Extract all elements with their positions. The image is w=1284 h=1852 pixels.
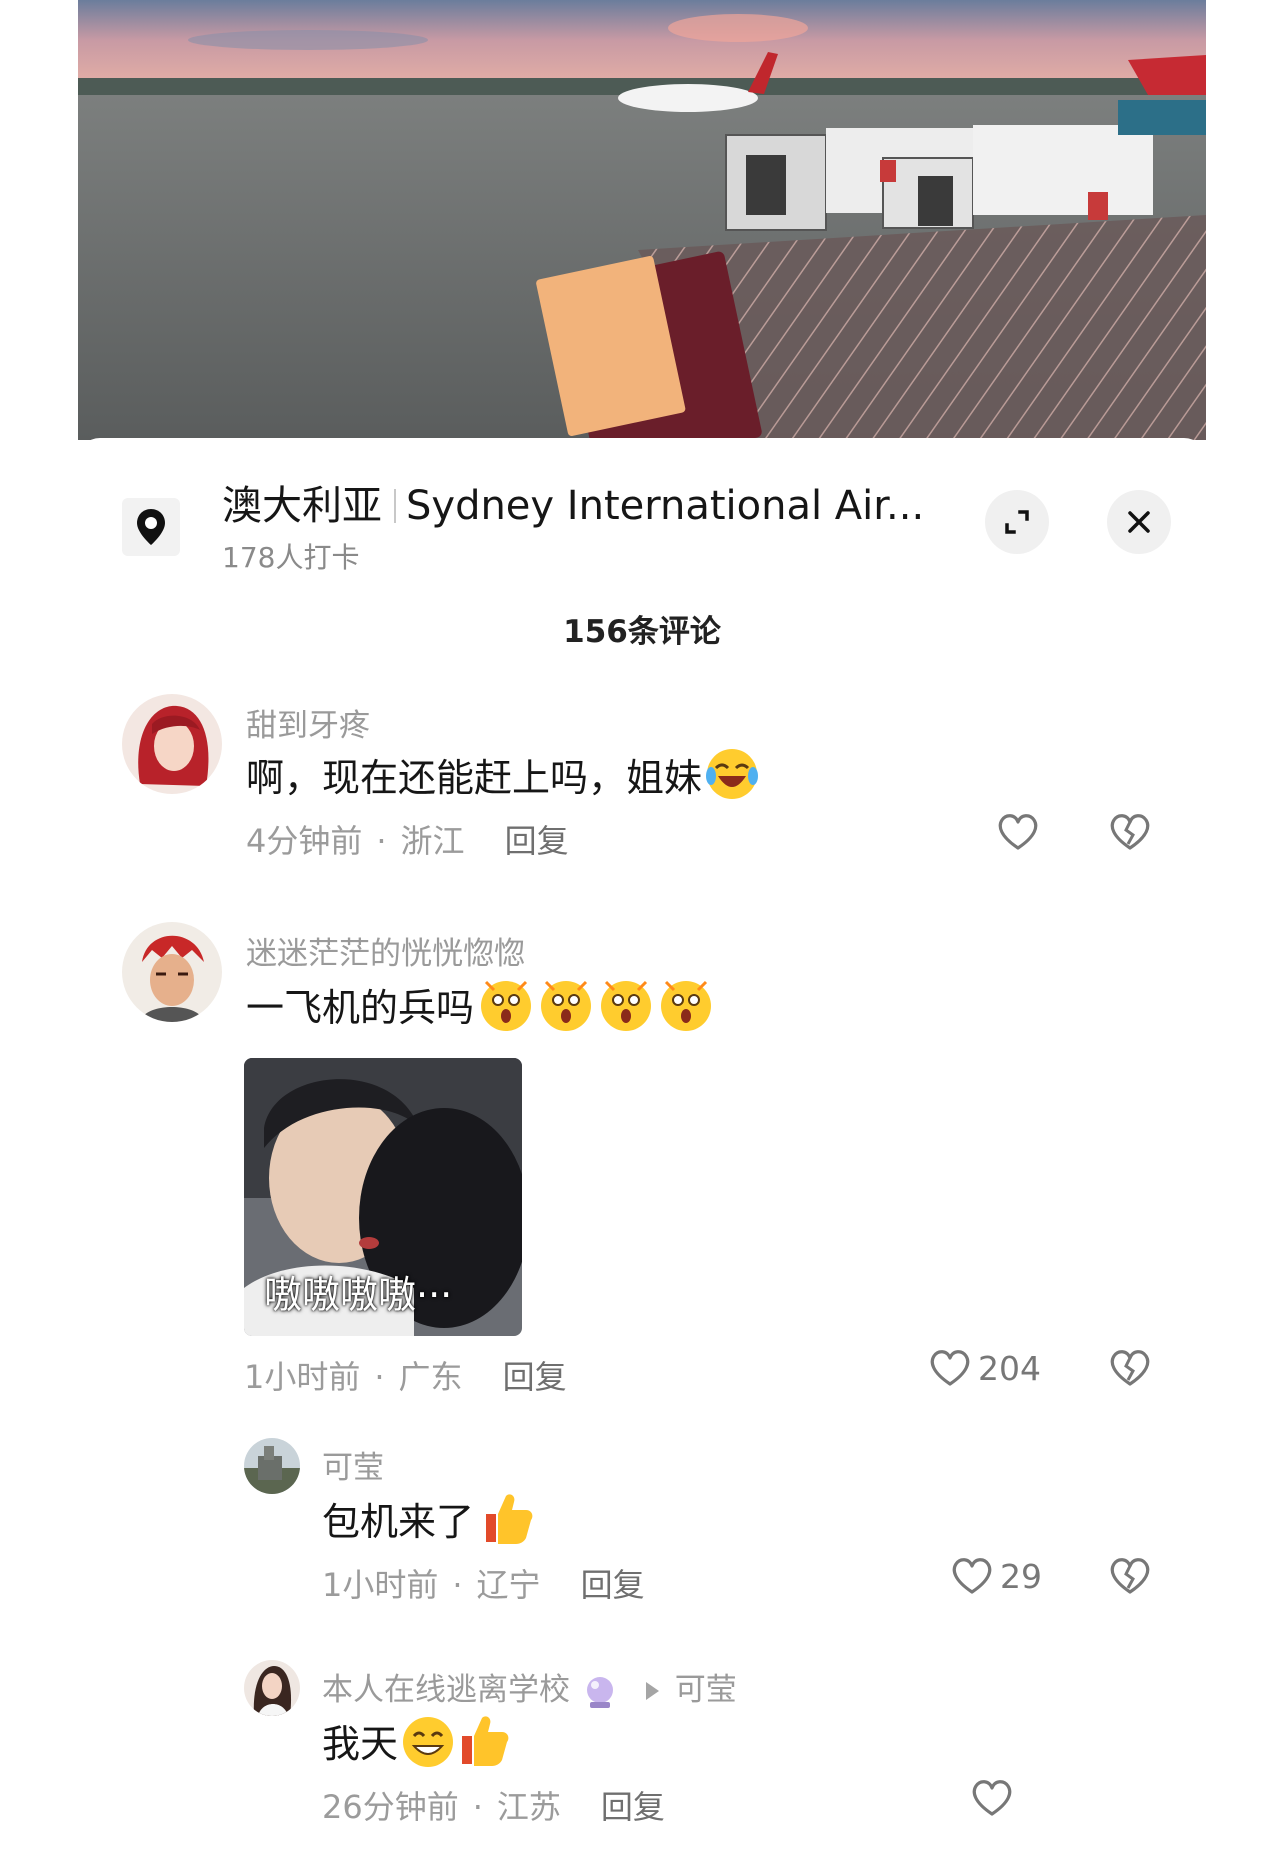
reply-to-arrow-icon [645,1681,659,1700]
comment-time: 4分钟前 [246,822,363,860]
like-count: 204 [978,1348,1041,1388]
dislike-button[interactable] [1108,1556,1152,1600]
like-button[interactable] [970,1778,1020,1818]
expand-button[interactable] [985,490,1049,554]
broken-heart-icon [1110,1350,1150,1386]
map-pin-icon [137,509,165,545]
like-button[interactable]: 204 [928,1348,1041,1388]
reply-username[interactable]: 本人在线逃离学校 可莹 [322,1664,737,1710]
heart-outline-icon [952,1558,992,1594]
checkin-count: 178人打卡 [222,541,360,574]
avatar-image [244,1660,300,1716]
reply-username[interactable]: 可莹 [322,1442,384,1487]
reply-username-text: 本人在线逃离学校 [322,1672,570,1708]
meta-dot: · [374,1358,385,1396]
avatar-image [244,1438,300,1494]
title-divider [394,489,396,523]
comment-meta: 1小时前 · 广东 回复 [244,1352,567,1398]
like-button[interactable]: 29 [950,1556,1042,1596]
reply-meta: 26分钟前 · 江苏 回复 [322,1782,665,1828]
close-icon [1128,511,1150,533]
video-background-photo[interactable] [78,0,1206,440]
comment-sticker-image[interactable]: 嗷嗷嗷嗷··· [244,1058,522,1336]
sticker-caption: 嗷嗷嗷嗷··· [264,1273,453,1317]
broken-heart-icon [1110,1558,1150,1594]
reply-time: 1小时前 [322,1566,439,1604]
reply-region: 江苏 [496,1788,561,1826]
dislike-button[interactable] [1108,812,1152,856]
comment-text-body: 啊，现在还能赶上吗，姐妹 [246,755,703,800]
grinning-emoji [403,1717,454,1767]
reply-meta: 1小时前 · 辽宁 回复 [322,1560,645,1606]
close-button[interactable] [1107,490,1171,554]
reply-to-username[interactable]: 可莹 [675,1672,737,1708]
comment-meta: 4分钟前 · 浙江 回复 [246,816,569,862]
reply-button[interactable]: 回复 [505,822,569,860]
avatar[interactable] [244,1438,300,1494]
location-place: Sydney International Air... [406,483,925,529]
like-button[interactable] [996,812,1046,852]
shocked-emoji [481,980,532,1031]
thumbs-up-emoji [486,1494,533,1544]
reply-text-body: 包机来了 [322,1499,475,1544]
comment-region: 广东 [398,1358,463,1396]
dislike-button[interactable] [1108,1348,1152,1392]
comment-username[interactable]: 迷迷茫茫的恍恍惚惚 [246,928,525,973]
heart-outline-icon [972,1780,1012,1816]
shocked-emoji-row [481,980,712,1031]
comments-count-title: 156条评论 [563,614,721,650]
reply-text: 包机来了 [322,1488,536,1548]
shocked-emoji [541,980,592,1031]
reply-text-body: 我天 [322,1721,399,1766]
heart-outline-icon [998,814,1038,850]
emoji-row [403,1716,509,1767]
airport-scene-image [78,0,1206,440]
app-frame: 澳大利亚 Sydney International Air... 178人打卡 1… [78,0,1206,1852]
comment-region: 浙江 [400,822,465,860]
comment-time: 1小时前 [244,1358,361,1396]
comment-text-body: 一飞机的兵吗 [246,985,475,1030]
comment-text: 啊，现在还能赶上吗，姐妹 [246,746,760,802]
reply-button[interactable]: 回复 [581,1566,645,1604]
comments-sheet: 澳大利亚 Sydney International Air... 178人打卡 1… [78,438,1206,1852]
like-count: 29 [1000,1556,1042,1596]
shocked-emoji [661,980,712,1031]
heart-outline-icon [930,1350,970,1386]
comment-text: 一飞机的兵吗 [246,974,716,1034]
reply-text: 我天 [322,1710,518,1770]
avatar[interactable] [244,1660,300,1716]
avatar[interactable] [122,922,222,1022]
avatar[interactable] [122,694,222,794]
location-country: 澳大利亚 [222,483,382,529]
comment-username[interactable]: 甜到牙疼 [246,700,370,745]
crystal-ball-emoji [586,1676,613,1708]
meta-dot: · [452,1566,463,1604]
avatar-image [122,922,222,1022]
reply-button[interactable]: 回复 [601,1788,665,1826]
reply-time: 26分钟前 [322,1788,459,1826]
location-title[interactable]: 澳大利亚 Sydney International Air... [222,478,925,534]
avatar-image [122,694,222,794]
shocked-emoji [601,980,652,1031]
meta-dot: · [376,822,387,860]
broken-heart-icon [1110,814,1150,850]
laughing-crying-emoji [706,749,759,799]
reply-region: 辽宁 [476,1566,541,1604]
reply-button[interactable]: 回复 [503,1358,567,1396]
meta-dot: · [472,1788,483,1826]
thumbs-up-emoji [462,1716,509,1766]
location-icon-box [122,498,180,556]
expand-icon [1005,510,1029,534]
